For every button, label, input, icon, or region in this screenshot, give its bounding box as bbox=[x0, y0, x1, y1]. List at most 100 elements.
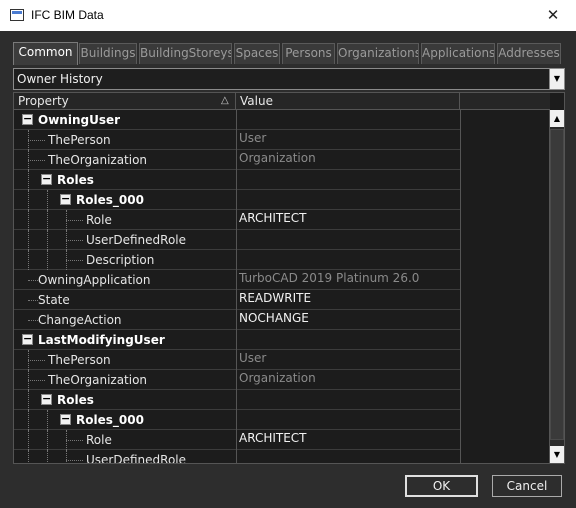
property-cell: ChangeAction bbox=[14, 310, 237, 330]
grid-row[interactable]: − Roles_000 bbox=[14, 190, 461, 210]
grid-row[interactable]: State READWRITE bbox=[14, 290, 461, 310]
value-cell: Organization bbox=[237, 150, 461, 170]
scroll-up-icon[interactable]: ▲ bbox=[550, 110, 564, 127]
value-cell[interactable] bbox=[237, 230, 461, 250]
tree-guide-line bbox=[28, 230, 29, 250]
value-cell[interactable] bbox=[237, 170, 461, 190]
cancel-button[interactable]: Cancel bbox=[492, 475, 562, 497]
grid-row[interactable]: − Roles bbox=[14, 170, 461, 190]
tree-guide-line bbox=[47, 210, 48, 230]
property-cell: State bbox=[14, 290, 237, 310]
column-header-value[interactable]: Value bbox=[240, 93, 460, 110]
tab-applications[interactable]: Applications bbox=[421, 43, 495, 64]
collapse-icon[interactable]: − bbox=[60, 413, 71, 425]
collapse-icon[interactable]: − bbox=[41, 393, 52, 405]
collapse-icon[interactable]: − bbox=[60, 193, 71, 205]
grid-row[interactable]: − Roles bbox=[14, 390, 461, 410]
value-cell[interactable] bbox=[237, 410, 461, 430]
title-bar: IFC BIM Data ✕ bbox=[0, 0, 576, 31]
tree-guide-line bbox=[28, 300, 38, 301]
grid-row[interactable]: TheOrganization Organization bbox=[14, 150, 461, 170]
value-cell[interactable] bbox=[237, 110, 461, 130]
grid-header: Property △ Value bbox=[14, 93, 550, 110]
property-cell: Description bbox=[14, 250, 237, 270]
grid-row[interactable]: − Roles_000 bbox=[14, 410, 461, 430]
grid-row[interactable]: UserDefinedRole bbox=[14, 450, 461, 463]
value-cell[interactable] bbox=[237, 250, 461, 270]
property-cell: − Roles bbox=[14, 390, 237, 410]
tree-guide-line bbox=[28, 280, 38, 281]
value-cell[interactable] bbox=[237, 330, 461, 350]
grid-row[interactable]: Role ARCHITECT bbox=[14, 430, 461, 450]
column-header-value-label: Value bbox=[240, 94, 273, 108]
property-label: ThePerson bbox=[48, 133, 111, 147]
value-cell[interactable]: ARCHITECT bbox=[237, 210, 461, 230]
category-dropdown-value: Owner History bbox=[17, 72, 103, 86]
chevron-down-icon[interactable]: ▼ bbox=[549, 69, 564, 89]
property-label: OwningUser bbox=[38, 113, 121, 127]
property-label: ChangeAction bbox=[38, 313, 122, 327]
close-icon[interactable]: ✕ bbox=[530, 0, 576, 31]
grid-row[interactable]: − OwningUser bbox=[14, 110, 461, 130]
property-label: State bbox=[38, 293, 70, 307]
collapse-icon[interactable]: − bbox=[22, 113, 33, 125]
value-cell: User bbox=[237, 130, 461, 150]
category-dropdown[interactable]: Owner History ▼ bbox=[13, 68, 565, 90]
tab-persons[interactable]: Persons bbox=[282, 43, 335, 64]
property-grid: Property △ Value − OwningUser ThePerson Use… bbox=[13, 92, 565, 464]
grid-row[interactable]: − LastModifyingUser bbox=[14, 330, 461, 350]
grid-row[interactable]: Role ARCHITECT bbox=[14, 210, 461, 230]
tree-guide-line bbox=[66, 440, 83, 441]
scroll-down-icon[interactable]: ▼ bbox=[550, 446, 564, 463]
grid-row[interactable]: ChangeAction NOCHANGE bbox=[14, 310, 461, 330]
tab-buildingstoreys[interactable]: BuildingStoreys bbox=[139, 43, 232, 64]
ok-button[interactable]: OK bbox=[405, 475, 478, 497]
tree-guide-line bbox=[28, 190, 29, 210]
property-label: Roles bbox=[57, 393, 94, 407]
property-cell: ThePerson bbox=[14, 130, 237, 150]
grid-row[interactable]: ThePerson User bbox=[14, 350, 461, 370]
grid-row[interactable]: OwningApplication TurboCAD 2019 Platinum … bbox=[14, 270, 461, 290]
property-cell: ThePerson bbox=[14, 350, 237, 370]
value-cell[interactable]: NOCHANGE bbox=[237, 310, 461, 330]
value-cell: User bbox=[237, 350, 461, 370]
column-header-property-label: Property bbox=[18, 94, 69, 108]
tab-buildings[interactable]: Buildings bbox=[79, 43, 137, 64]
tab-addresses[interactable]: Addresses bbox=[497, 43, 561, 64]
grid-row[interactable]: UserDefinedRole bbox=[14, 230, 461, 250]
collapse-icon[interactable]: − bbox=[41, 173, 52, 185]
tree-guide-line bbox=[28, 390, 29, 410]
grid-rows: − OwningUser ThePerson User TheOrganization O… bbox=[14, 110, 461, 463]
property-cell: − LastModifyingUser bbox=[14, 330, 237, 350]
value-cell[interactable] bbox=[237, 450, 461, 463]
tree-guide-line bbox=[47, 450, 48, 463]
vertical-scrollbar[interactable]: ▲ ▼ bbox=[549, 110, 564, 463]
tree-guide-line bbox=[28, 430, 29, 450]
property-label: Role bbox=[86, 213, 112, 227]
property-label: ThePerson bbox=[48, 353, 111, 367]
value-cell[interactable] bbox=[237, 390, 461, 410]
tree-guide-line bbox=[66, 220, 83, 221]
grid-row[interactable]: TheOrganization Organization bbox=[14, 370, 461, 390]
tree-guide-line bbox=[28, 160, 45, 161]
tree-guide-line bbox=[28, 380, 45, 381]
tree-guide-line bbox=[28, 410, 29, 430]
collapse-icon[interactable]: − bbox=[22, 333, 33, 345]
property-label: Roles_000 bbox=[76, 413, 144, 427]
value-cell[interactable] bbox=[237, 190, 461, 210]
tree-guide-line bbox=[47, 250, 48, 270]
property-label: TheOrganization bbox=[48, 373, 148, 387]
property-cell: OwningApplication bbox=[14, 270, 237, 290]
tab-organizations[interactable]: Organizations bbox=[337, 43, 419, 64]
column-header-property[interactable]: Property △ bbox=[14, 93, 236, 110]
value-cell: TurboCAD 2019 Platinum 26.0 bbox=[237, 270, 461, 290]
tab-bar: Common Buildings BuildingStoreys Spaces … bbox=[13, 42, 563, 65]
value-cell[interactable]: ARCHITECT bbox=[237, 430, 461, 450]
tab-spaces[interactable]: Spaces bbox=[234, 43, 280, 64]
scrollbar-thumb[interactable] bbox=[550, 129, 564, 440]
tab-common[interactable]: Common bbox=[13, 42, 78, 65]
grid-row[interactable]: ThePerson User bbox=[14, 130, 461, 150]
property-label: LastModifyingUser bbox=[38, 333, 165, 347]
grid-row[interactable]: Description bbox=[14, 250, 461, 270]
value-cell[interactable]: READWRITE bbox=[237, 290, 461, 310]
